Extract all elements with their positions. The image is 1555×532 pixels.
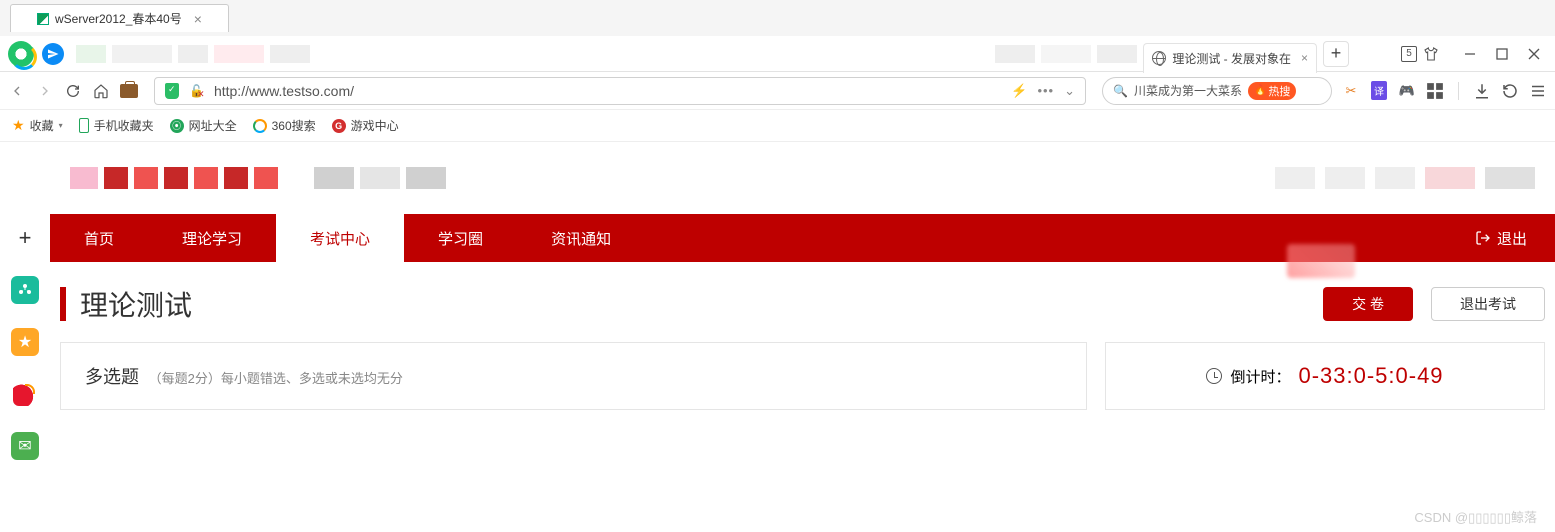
circle-icon: ⦿ [170,119,184,133]
game-center-icon: G [332,119,346,133]
censored-logo [70,167,278,189]
bookmark-mobile[interactable]: 手机收藏夹 [79,117,154,134]
hot-tag: 🔥热搜 [1248,82,1296,100]
briefcase-icon[interactable] [120,84,138,98]
censored-text [314,167,446,189]
bookmark-360so[interactable]: 360搜索 [253,117,316,134]
game-icon[interactable]: 🎮 [1398,82,1416,100]
main-nav: 首页 理论学习 考试中心 学习圈 资讯通知 退出 [50,214,1555,262]
bookmark-sites[interactable]: ⦿网址大全 [170,117,237,134]
star-icon: ★ [12,117,25,134]
censored-area-top-left [76,45,310,63]
back-button[interactable] [8,82,26,100]
reload-button[interactable] [64,82,82,100]
browser-logo-icon[interactable] [8,41,34,67]
search-icon: 🔍 [1113,84,1128,98]
system-tab-title: wServer2012_春本40号 [55,10,182,27]
system-tab[interactable]: wServer2012_春本40号 × [10,4,229,32]
insecure-lock-icon: 🔓✕ [189,84,204,98]
dock-mail-icon[interactable]: ✉ [11,432,39,460]
close-window-button[interactable] [1527,47,1541,61]
dock-star-icon[interactable]: ★ [11,328,39,356]
favorites-button[interactable]: ★收藏▾ [12,117,63,134]
dock-add-button[interactable]: + [11,224,39,252]
page-title: 理论测试 [80,284,192,324]
more-icon[interactable]: ••• [1037,83,1054,98]
nav-exam-center[interactable]: 考试中心 [276,214,404,262]
flame-icon: 🔥 [1254,85,1266,96]
question-type: 多选题 [85,367,139,387]
logout-icon [1475,230,1491,246]
timer-panel: 倒计时： 0-33:0-5:0-49 [1105,342,1545,410]
exit-exam-button[interactable]: 退出考试 [1431,287,1545,321]
watermark: CSDN @▯▯▯▯▯▯鲸落 [1414,507,1537,526]
censored-area-top-right [995,45,1137,63]
shield-icon [165,83,179,99]
url-text: http://www.testso.com/ [214,83,1001,99]
tab-count-badge[interactable]: 5 [1401,46,1417,62]
bookmarks-bar: ★收藏▾ 手机收藏夹 ⦿网址大全 360搜索 G游戏中心 [0,110,1555,142]
left-dock: + ★ ✉ [0,142,50,460]
nav-home[interactable]: 首页 [50,214,148,262]
browser-tab-title: 理论测试 - 发展对象在 [1172,50,1291,67]
browser-top-bar: 理论测试 - 发展对象在 × + 5 [0,36,1555,72]
system-tab-bar: wServer2012_春本40号 × [0,0,1555,36]
send-icon[interactable] [42,43,64,65]
timer-value: 0-33:0-5:0-49 [1298,363,1443,389]
download-icon[interactable] [1473,82,1491,100]
nav-study[interactable]: 理论学习 [148,214,276,262]
skin-icon[interactable] [1423,46,1439,62]
censored-username [1287,244,1355,278]
bookmark-game[interactable]: G游戏中心 [332,117,399,134]
dock-app-icon[interactable] [11,276,39,304]
globe-icon [1152,51,1166,65]
question-note: （每题2分）每小题错选、多选或未选均无分 [149,371,403,386]
maximize-button[interactable] [1495,47,1509,61]
clock-icon [1206,368,1222,384]
browser-tab-active[interactable]: 理论测试 - 发展对象在 × [1143,43,1317,73]
translate-icon[interactable]: 译 [1370,82,1388,100]
close-icon[interactable]: × [194,11,202,27]
forward-button[interactable] [36,82,54,100]
site-banner [50,142,1555,214]
home-button[interactable] [92,82,110,100]
undo-icon[interactable] [1501,82,1519,100]
nav-news[interactable]: 资讯通知 [517,214,645,262]
menu-icon[interactable] [1529,82,1547,100]
timer-label: 倒计时： [1230,366,1290,387]
censored-banner-right [1275,167,1535,189]
window-icon [37,13,49,25]
nav-circle[interactable]: 学习圈 [404,214,517,262]
question-panel: 多选题 （每题2分）每小题错选、多选或未选均无分 [60,342,1087,410]
address-bar[interactable]: 🔓✕ http://www.testso.com/ ⚡ ••• ⌄ [154,77,1086,105]
dock-weibo-icon[interactable] [11,380,39,408]
phone-icon [79,118,89,133]
submit-exam-button[interactable]: 交 卷 [1323,287,1413,321]
search-suggest-box[interactable]: 🔍 川菜成为第一大菜系 🔥热搜 [1102,77,1332,105]
chevron-down-icon: ▾ [59,121,63,130]
scissors-icon[interactable]: ✂ [1342,82,1360,100]
title-accent-bar [60,287,66,321]
separator [1458,82,1459,100]
logout-button[interactable]: 退出 [1447,228,1555,249]
search-suggest-text: 川菜成为第一大菜系 [1134,82,1242,99]
chevron-down-icon[interactable]: ⌄ [1064,83,1075,99]
close-icon[interactable]: × [1301,51,1308,65]
grid-icon[interactable] [1426,82,1444,100]
minimize-button[interactable] [1463,47,1477,61]
new-tab-button[interactable]: + [1323,41,1349,67]
so360-icon [253,119,267,133]
bolt-icon[interactable]: ⚡ [1011,83,1027,99]
address-bar-row: 🔓✕ http://www.testso.com/ ⚡ ••• ⌄ 🔍 川菜成为… [0,72,1555,110]
